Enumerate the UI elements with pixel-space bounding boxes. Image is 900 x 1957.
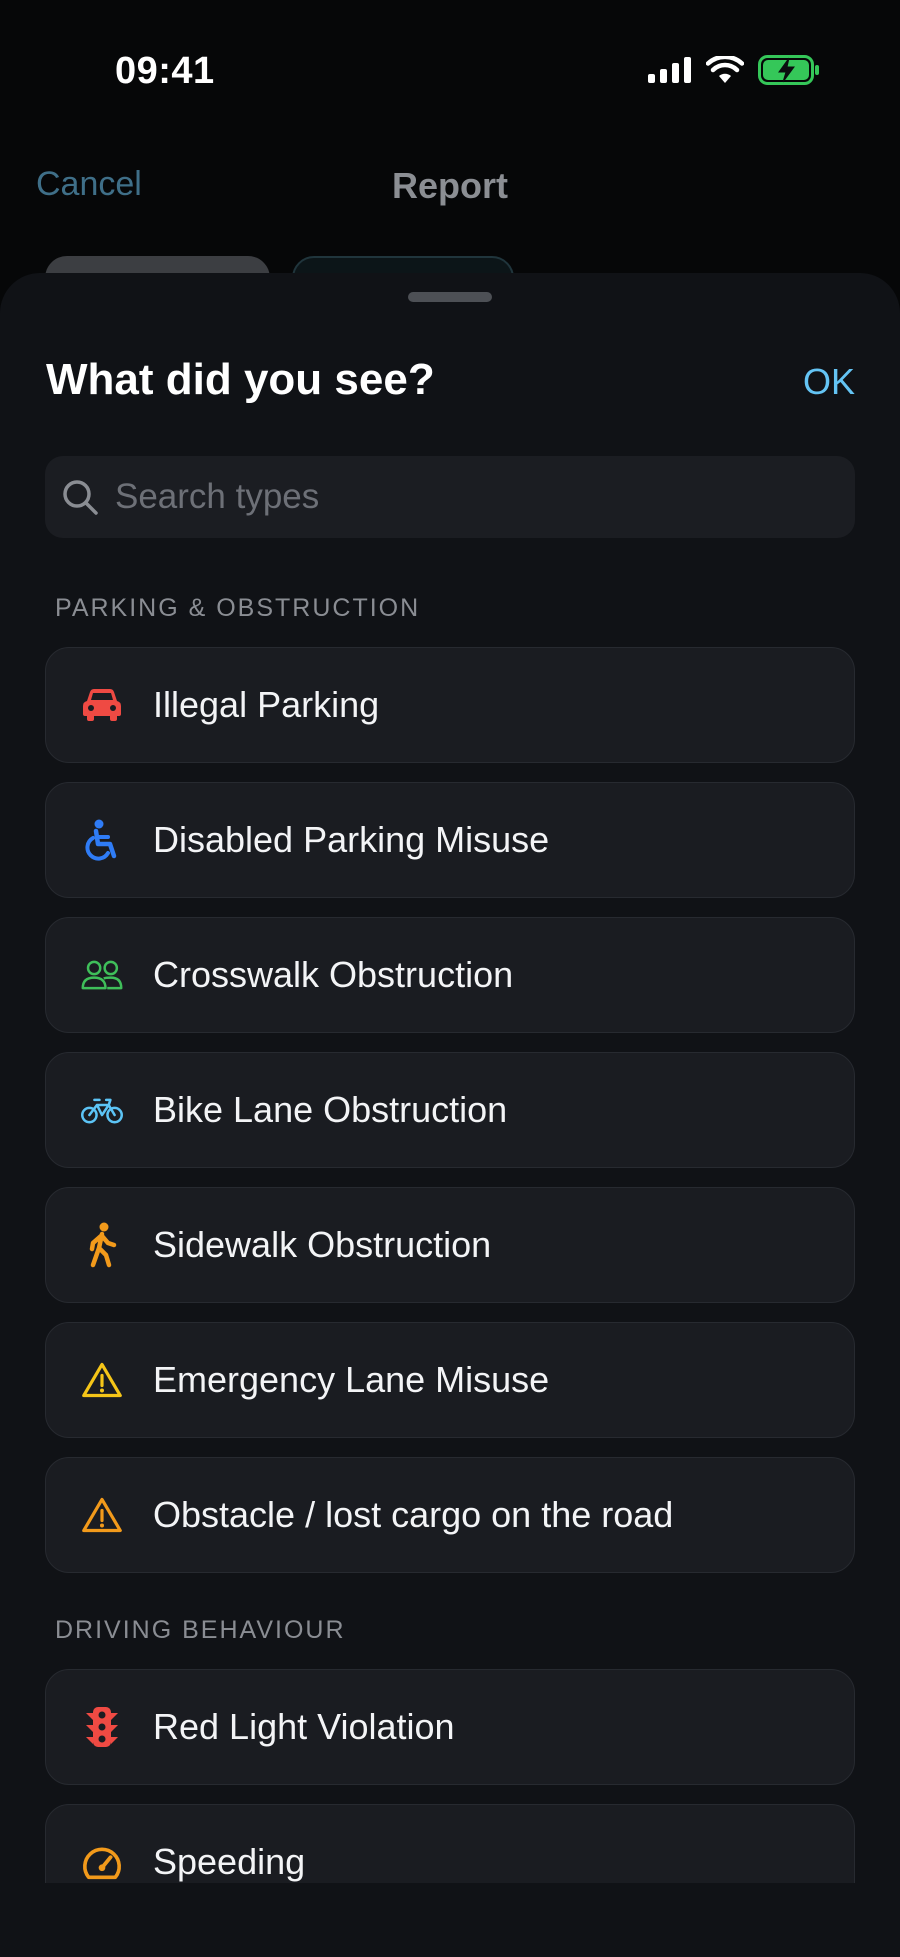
type-row-label: Red Light Violation [153,1706,455,1747]
ok-button[interactable]: OK [803,361,855,403]
type-row-label: Illegal Parking [153,684,380,725]
report-type-sheet: What did you see? OK PARKING & OBSTRUCTI… [0,273,900,1957]
sheet-title: What did you see? [46,355,435,404]
wheelchair-icon [81,819,123,861]
status-icons [648,55,820,85]
search-icon [63,480,98,515]
type-row-label: Disabled Parking Misuse [153,819,550,860]
type-row-crosswalk[interactable]: Crosswalk Obstruction [45,917,855,1033]
type-row-obstacle[interactable]: Obstacle / lost cargo on the road [45,1457,855,1573]
type-row-sidewalk[interactable]: Sidewalk Obstruction [45,1187,855,1303]
bicycle-icon [81,1089,123,1131]
warning-icon [81,1359,123,1401]
speedometer-icon [81,1841,123,1883]
section-header-driving: DRIVING BEHAVIOUR [55,1616,346,1644]
type-row-emergency-lane[interactable]: Emergency Lane Misuse [45,1322,855,1438]
type-row-label: Emergency Lane Misuse [153,1359,550,1400]
wifi-icon [706,56,744,83]
status-time: 09:41 [115,50,215,92]
search-bar[interactable] [45,456,855,538]
search-input[interactable] [115,477,815,517]
type-row-speeding[interactable]: Speeding [45,1804,855,1883]
warning-icon [81,1494,123,1536]
people-icon [81,954,123,996]
pedestrian-icon [81,1222,123,1268]
page-title: Report [392,165,508,206]
type-row-label: Obstacle / lost cargo on the road [153,1494,674,1535]
cellular-signal-icon [648,57,691,83]
type-row-bike-lane[interactable]: Bike Lane Obstruction [45,1052,855,1168]
car-icon [81,684,123,726]
section-header-parking: PARKING & OBSTRUCTION [55,594,421,622]
type-row-disabled-parking[interactable]: Disabled Parking Misuse [45,782,855,898]
type-row-red-light[interactable]: Red Light Violation [45,1669,855,1785]
traffic-light-icon [81,1706,123,1748]
type-row-label: Speeding [153,1841,306,1882]
type-row-label: Sidewalk Obstruction [153,1224,492,1265]
status-bar: 09:41 [0,0,900,145]
sheet-grabber[interactable] [408,292,492,302]
type-list: PARKING & OBSTRUCTION Illegal Parking Di… [45,593,855,1883]
type-row-label: Bike Lane Obstruction [153,1089,508,1130]
type-row-label: Crosswalk Obstruction [153,954,514,995]
battery-charging-icon [758,55,819,85]
type-row-illegal-parking[interactable]: Illegal Parking [45,647,855,763]
background-nav-bar: Cancel Report [0,145,900,235]
